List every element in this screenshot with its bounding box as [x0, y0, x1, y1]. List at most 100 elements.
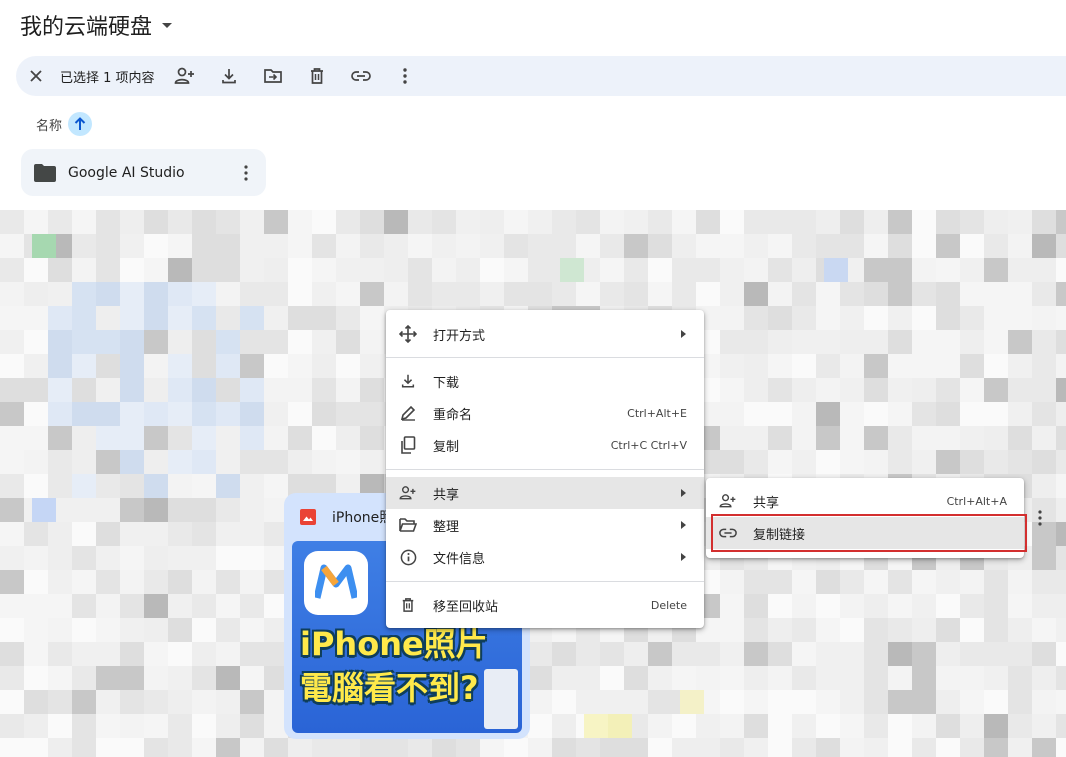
mosaic-cell [120, 354, 144, 378]
mosaic-cell [528, 738, 552, 757]
mosaic-cell [96, 234, 120, 258]
mosaic-cell [0, 402, 24, 426]
mosaic-cell [48, 642, 72, 666]
mosaic-cell [384, 282, 408, 306]
mosaic-cell [144, 546, 168, 570]
mosaic-cell [960, 738, 984, 757]
folder-card[interactable]: Google AI Studio [21, 149, 266, 196]
mosaic-cell [1056, 618, 1066, 642]
menu-item-trash[interactable]: 移至回收站 Delete [386, 589, 704, 621]
menu-item-label: 移至回收站 [433, 599, 499, 615]
mosaic-cell [1008, 714, 1032, 738]
mosaic-cell [744, 426, 768, 450]
mosaic-cell [792, 618, 816, 642]
mosaic-cell [216, 258, 240, 282]
mosaic-cell [936, 426, 960, 450]
mosaic-cell [288, 282, 312, 306]
submenu-item-copy-link[interactable]: 复制链接 [706, 517, 1024, 549]
mosaic-cell [720, 594, 744, 618]
mosaic-cell [312, 450, 336, 474]
menu-item-share[interactable]: 共享 [386, 477, 704, 509]
mosaic-cell [528, 234, 552, 258]
menu-item-download[interactable]: 下载 [386, 365, 704, 397]
mosaic-cell [1032, 666, 1056, 690]
mosaic-cell [1056, 306, 1066, 330]
mosaic-cell [768, 738, 792, 757]
mosaic-cell [936, 714, 960, 738]
mosaic-cell [1056, 426, 1066, 450]
trash-icon [399, 596, 417, 614]
mosaic-cell [120, 498, 144, 522]
menu-item-open-with[interactable]: 打开方式 [386, 318, 704, 350]
mosaic-cell [72, 498, 96, 522]
mosaic-cell [672, 282, 696, 306]
mosaic-cell [840, 450, 864, 474]
mosaic-cell [96, 642, 120, 666]
download-button[interactable] [211, 58, 247, 94]
mosaic-cell [1032, 546, 1056, 570]
mosaic-cell [240, 546, 264, 570]
menu-item-label: 打开方式 [433, 328, 486, 344]
trash-icon [310, 68, 323, 84]
mosaic-cell [936, 306, 960, 330]
mosaic-cell [936, 690, 960, 714]
sort-direction-button[interactable] [68, 112, 93, 136]
mosaic-cell [480, 234, 504, 258]
mosaic-cell [264, 354, 288, 378]
mosaic-cell [720, 666, 744, 690]
mosaic-cell [624, 282, 648, 306]
mosaic-cell [696, 282, 720, 306]
mosaic-cell [840, 210, 864, 234]
more-actions-button[interactable] [387, 58, 423, 94]
mosaic-cell [144, 618, 168, 642]
mosaic-cell [24, 714, 48, 738]
menu-item-organize[interactable]: 整理 [386, 509, 704, 541]
mosaic-cell [288, 378, 312, 402]
mosaic-cell [1032, 402, 1056, 426]
mosaic-cell [240, 258, 264, 282]
mosaic-cell [864, 258, 888, 282]
share-button[interactable] [167, 58, 203, 94]
arrow-up-icon [74, 117, 86, 130]
mosaic-cell [192, 546, 216, 570]
download-icon [399, 372, 417, 390]
mosaic-cell [840, 330, 864, 354]
folder-more-button[interactable] [232, 159, 260, 187]
mosaic-cell [96, 282, 120, 306]
mosaic-cell [984, 594, 1008, 618]
copy-link-button[interactable] [343, 58, 379, 94]
mosaic-cell [192, 522, 216, 546]
mosaic-cell [168, 378, 192, 402]
mosaic-cell [24, 666, 48, 690]
mosaic-cell [936, 330, 960, 354]
mosaic-cell [1032, 282, 1056, 306]
close-icon [30, 70, 42, 82]
delete-button[interactable] [299, 58, 335, 94]
mosaic-cell [792, 450, 816, 474]
drive-title-dropdown[interactable]: 我的云端硬盘 [20, 8, 173, 42]
mosaic-cell [1008, 594, 1032, 618]
mosaic-cell [1032, 570, 1056, 594]
mosaic-cell [24, 402, 48, 426]
mosaic-cell [168, 234, 192, 258]
menu-item-file-info[interactable]: 文件信息 [386, 541, 704, 573]
mosaic-cell [984, 306, 1008, 330]
image-file-icon [300, 509, 316, 525]
mosaic-cell [0, 210, 24, 234]
move-button[interactable] [255, 58, 291, 94]
menu-item-copy[interactable]: 复制 Ctrl+C Ctrl+V [386, 429, 704, 461]
menu-item-rename[interactable]: 重命名 Ctrl+Alt+E [386, 397, 704, 429]
mosaic-cell [1032, 306, 1056, 330]
mosaic-cell [96, 306, 120, 330]
submenu-item-share[interactable]: 共享 Ctrl+Alt+A [706, 485, 1024, 517]
app-logo [304, 551, 368, 615]
clear-selection-button[interactable] [18, 58, 54, 94]
mosaic-cell [744, 690, 768, 714]
mosaic-cell [584, 714, 608, 738]
mosaic-cell [216, 690, 240, 714]
mosaic-cell [888, 642, 912, 666]
mosaic-cell [600, 666, 624, 690]
mosaic-cell [1008, 666, 1032, 690]
mosaic-cell [792, 330, 816, 354]
file-more-button[interactable] [1028, 506, 1052, 530]
